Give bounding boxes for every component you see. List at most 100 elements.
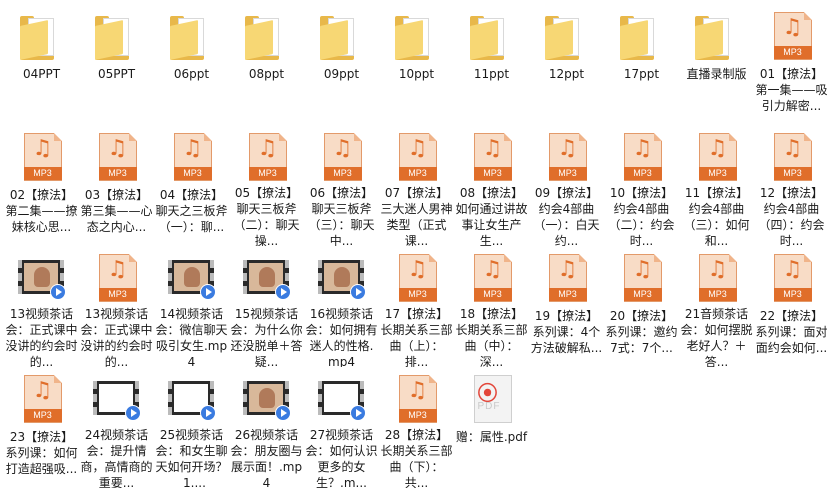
file-name: 10【撩法】约会4部曲（二）：约会时... — [608, 185, 675, 246]
mp3-file-icon: ♫ MP3 — [539, 252, 595, 306]
file-item[interactable]: 12ppt — [529, 4, 604, 125]
mp3-file-icon: ♫ MP3 — [614, 252, 670, 306]
music-note-glyph: ♫ — [107, 136, 128, 161]
file-item[interactable]: 09ppt — [304, 4, 379, 125]
file-item[interactable]: ♫ MP3 18【撩法】长期关系三部曲（中）：深... — [454, 246, 529, 367]
mp3-badge: MP3 — [548, 167, 587, 180]
music-note-glyph: ♫ — [707, 257, 728, 282]
file-item[interactable]: ♫ MP3 28【撩法】长期关系三部曲（下）：共... — [379, 367, 454, 488]
mp3-badge: MP3 — [773, 288, 812, 301]
file-grid: 04PPT 05PPT 06ppt 08ppt 09ppt 10ppt 11ppt 12ppt… — [4, 4, 829, 488]
file-item[interactable]: 25视频茶话会：和女生聊天如何开场？_1.... — [154, 367, 229, 488]
file-item[interactable]: ♫ MP3 03【撩法】第三集——心态之内心... — [79, 125, 154, 246]
file-name: 09ppt — [323, 67, 360, 81]
folder-icon — [689, 10, 745, 64]
file-item[interactable]: ♫ MP3 12【撩法】约会4部曲（四）：约会时... — [754, 125, 829, 246]
file-name: 08ppt — [248, 67, 285, 81]
file-name: 24视频茶话会：提升情商，高情商的重要... — [80, 427, 153, 488]
file-name: 11ppt — [473, 67, 510, 81]
file-item[interactable]: 05PPT — [79, 4, 154, 125]
file-item[interactable]: ♫ MP3 10【撩法】约会4部曲（二）：约会时... — [604, 125, 679, 246]
file-item[interactable]: 14视频茶话会：微信聊天吸引女生.mp4 — [154, 246, 229, 367]
file-item[interactable]: ♫ MP3 17【撩法】长期关系三部曲（上）：排... — [379, 246, 454, 367]
mp3-file-icon: ♫ MP3 — [164, 131, 220, 185]
file-item[interactable]: ♫ MP3 06【撩法】聊天三板斧（三）：聊天中... — [304, 125, 379, 246]
file-name: 17ppt — [623, 67, 660, 81]
video-file-icon — [89, 373, 145, 425]
file-item[interactable]: 15视频茶话会：为什么你还没脱单＋答疑... — [229, 246, 304, 367]
file-item[interactable]: ♫ MP3 07【撩法】三大迷人男神类型（正式课... — [379, 125, 454, 246]
file-item[interactable]: 直播录制版 — [679, 4, 754, 125]
file-name: 12【撩法】约会4部曲（四）：约会时... — [758, 185, 825, 246]
mp3-badge: MP3 — [323, 167, 362, 180]
file-name: 17【撩法】长期关系三部曲（上）：排... — [380, 306, 453, 367]
folder-front — [169, 20, 198, 60]
folder-front — [469, 20, 498, 60]
mp3-file-icon: ♫ MP3 — [89, 252, 145, 304]
file-name: 21音频茶话会：如何摆脱老好人？＋答... — [680, 306, 753, 367]
folder-icon — [239, 10, 295, 64]
file-item[interactable]: ♫ MP3 08【撩法】如何通过讲故事让女生产生... — [454, 125, 529, 246]
file-name: 03【撩法】第三集——心态之内心... — [80, 188, 153, 234]
music-note-glyph: ♫ — [182, 136, 203, 161]
file-name: 22【撩法】系列课：面对面约会如何... — [755, 309, 828, 355]
music-note-glyph: ♫ — [632, 136, 653, 161]
play-icon — [349, 405, 366, 421]
file-item[interactable]: ♫ MP3 13视频茶话会：正式课中没讲的约会时的... — [79, 246, 154, 367]
music-note-glyph: ♫ — [32, 378, 53, 403]
mp3-badge: MP3 — [773, 167, 812, 180]
play-icon — [199, 405, 216, 421]
file-item[interactable]: ♫ MP3 05【撩法】聊天三板斧（二）：聊天操... — [229, 125, 304, 246]
file-item[interactable]: ♫ MP3 20【撩法】系列课：邀约7式：7个... — [604, 246, 679, 367]
folder-icon — [464, 10, 520, 64]
file-item[interactable]: ♫ MP3 04【撩法】聊天之三板斧（一）：聊... — [154, 125, 229, 246]
file-name: 02【撩法】第二集——撩妹核心思... — [5, 188, 78, 234]
mp3-badge: MP3 — [173, 167, 212, 180]
mp3-badge: MP3 — [23, 409, 62, 422]
file-item[interactable]: 27视频茶话会：如何认识更多的女生？.m... — [304, 367, 379, 488]
file-item[interactable]: 17ppt — [604, 4, 679, 125]
file-item[interactable]: 04PPT — [4, 4, 79, 125]
video-file-icon — [314, 252, 370, 304]
file-item[interactable]: ♫ MP3 11【撩法】约会4部曲（三）：如何和... — [679, 125, 754, 246]
folder-front — [694, 20, 723, 60]
file-item[interactable]: ♫ MP3 02【撩法】第二集——撩妹核心思... — [4, 125, 79, 246]
mp3-file-icon: ♫ MP3 — [89, 131, 145, 185]
file-name: 12ppt — [548, 67, 585, 81]
mp3-badge: MP3 — [623, 288, 662, 301]
folder-icon — [389, 10, 445, 64]
file-item[interactable]: ♫ MP3 19【撩法】系列课：4个方法破解私... — [529, 246, 604, 367]
file-item[interactable]: 26视频茶话会：朋友圈与展示面！.mp4 — [229, 367, 304, 488]
music-note-glyph: ♫ — [407, 136, 428, 161]
mp3-file-icon: ♫ MP3 — [239, 131, 295, 183]
file-name: 19【撩法】系列课：4个方法破解私... — [530, 309, 603, 355]
file-item[interactable]: 24视频茶话会：提升情商，高情商的重要... — [79, 367, 154, 488]
mp3-badge: MP3 — [698, 167, 737, 180]
file-item[interactable]: 10ppt — [379, 4, 454, 125]
file-item[interactable]: ♫ MP3 09【撩法】约会4部曲（一）：白天约... — [529, 125, 604, 246]
file-item[interactable]: 06ppt — [154, 4, 229, 125]
file-name: 11【撩法】约会4部曲（三）：如何和... — [683, 185, 750, 246]
file-item[interactable]: ♫ MP3 01【撩法】第一集——吸引力解密... — [754, 4, 829, 125]
file-item[interactable]: 08ppt — [229, 4, 304, 125]
file-name: 04PPT — [22, 67, 61, 81]
pdf-badge: PDF — [477, 401, 501, 412]
music-note-glyph: ♫ — [707, 136, 728, 161]
file-item[interactable]: ♫ MP3 22【撩法】系列课：面对面约会如何... — [754, 246, 829, 367]
file-item[interactable]: ♫ MP3 23【撩法】系列课：如何打造超强吸... — [4, 367, 79, 488]
file-item[interactable]: 13视频茶话会：正式课中没讲的约会时的... — [4, 246, 79, 367]
folder-icon — [314, 10, 370, 64]
file-name: 14视频茶话会：微信聊天吸引女生.mp4 — [155, 306, 228, 367]
file-item[interactable]: ⦿ PDF 赠：属性.pdf — [454, 367, 529, 488]
file-name: 04【撩法】聊天之三板斧（一）：聊... — [155, 188, 228, 234]
video-file-icon — [239, 373, 295, 425]
mp3-file-icon: ♫ MP3 — [464, 131, 520, 183]
file-item[interactable]: 11ppt — [454, 4, 529, 125]
file-name: 28【撩法】长期关系三部曲（下）：共... — [380, 427, 453, 488]
file-item[interactable]: 16视频茶话会：如何拥有迷人的性格.mp4 — [304, 246, 379, 367]
mp3-file-icon: ♫ MP3 — [764, 252, 820, 306]
music-note-glyph: ♫ — [632, 257, 653, 282]
file-name: 10ppt — [398, 67, 435, 81]
file-item[interactable]: ♫ MP3 21音频茶话会：如何摆脱老好人？＋答... — [679, 246, 754, 367]
mp3-badge: MP3 — [473, 167, 512, 180]
